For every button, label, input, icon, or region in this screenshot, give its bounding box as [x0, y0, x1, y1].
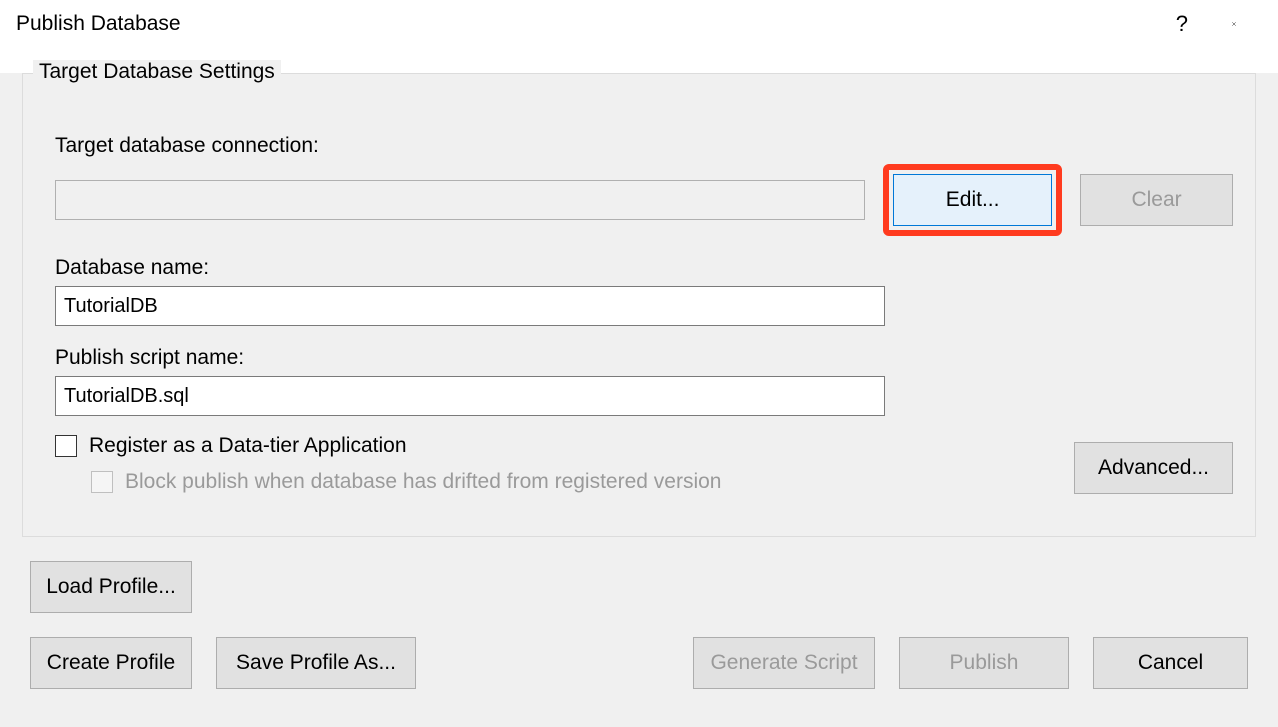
target-database-settings-group: Target Database Settings Target database… [22, 73, 1256, 537]
register-checkbox[interactable] [55, 435, 77, 457]
connection-label: Target database connection: [55, 134, 1233, 158]
target-connection-input [55, 180, 865, 220]
dialog-content: Target Database Settings Target database… [0, 73, 1278, 727]
edit-button[interactable]: Edit... [893, 174, 1052, 226]
clear-button: Clear [1080, 174, 1233, 226]
block-publish-checkbox-label: Block publish when database has drifted … [125, 470, 722, 494]
cancel-button[interactable]: Cancel [1093, 637, 1248, 689]
help-icon[interactable]: ? [1176, 11, 1188, 37]
create-profile-button[interactable]: Create Profile [30, 637, 192, 689]
advanced-button[interactable]: Advanced... [1074, 442, 1233, 494]
publish-script-name-input[interactable] [55, 376, 885, 416]
database-name-label: Database name: [55, 256, 1233, 280]
block-publish-checkbox [91, 471, 113, 493]
footer-buttons: Load Profile... Create Profile Save Prof… [0, 537, 1278, 689]
publish-button: Publish [899, 637, 1069, 689]
highlight-edit-button: Edit... [883, 164, 1062, 236]
load-profile-button[interactable]: Load Profile... [30, 561, 192, 613]
group-legend: Target Database Settings [33, 60, 281, 84]
close-icon[interactable] [1232, 10, 1260, 38]
window-title: Publish Database [16, 12, 181, 36]
generate-script-button: Generate Script [693, 637, 875, 689]
database-name-input[interactable] [55, 286, 885, 326]
window-titlebar: Publish Database ? [0, 0, 1278, 48]
save-profile-as-button[interactable]: Save Profile As... [216, 637, 416, 689]
publish-script-name-label: Publish script name: [55, 346, 1233, 370]
register-checkbox-label: Register as a Data-tier Application [89, 434, 407, 458]
